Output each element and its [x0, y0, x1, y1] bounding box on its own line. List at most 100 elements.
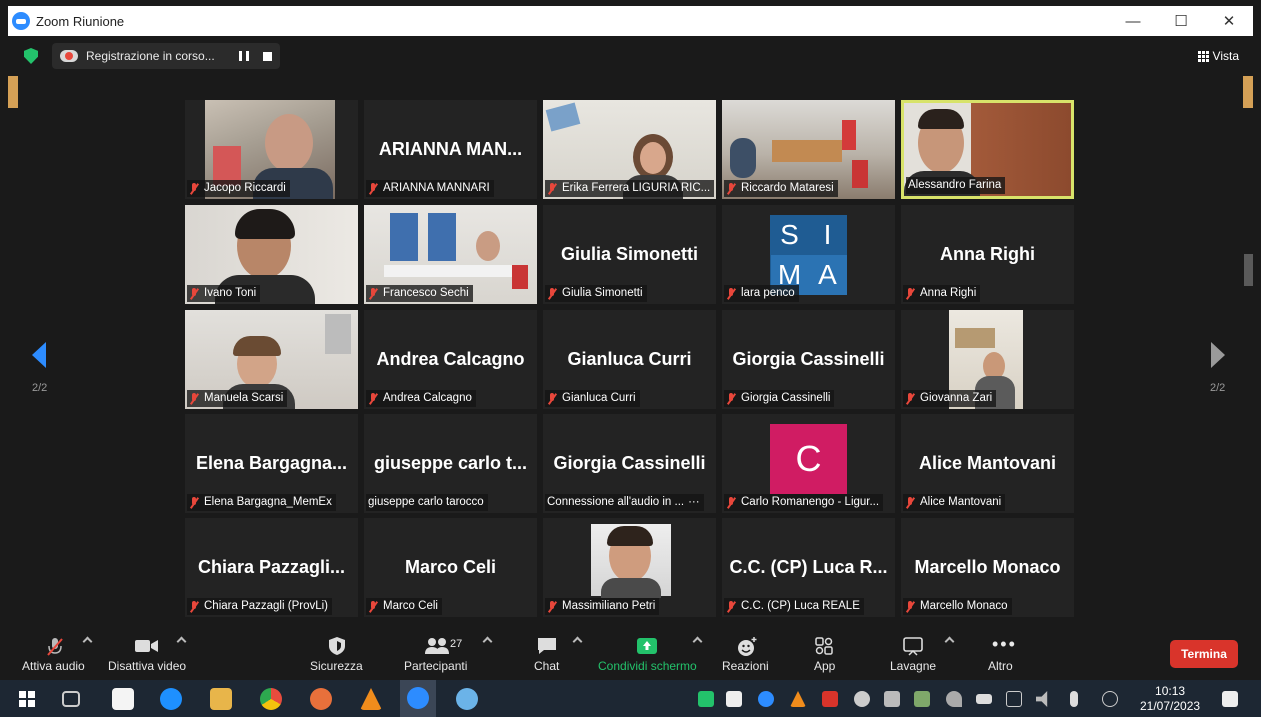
end-meeting-button[interactable]: Termina — [1170, 640, 1238, 668]
chrome-icon[interactable] — [260, 688, 282, 710]
clock-time: 10:13 — [1155, 684, 1186, 698]
pause-recording-button[interactable] — [238, 51, 249, 61]
audio-options-chevron-icon[interactable] — [82, 636, 93, 647]
tray-volume-icon[interactable] — [1036, 691, 1048, 707]
participant-tile[interactable]: C.C. (CP) Luca R... C.C. (CP) Luca REALE — [722, 518, 895, 617]
participant-tile[interactable]: Manuela Scarsi — [185, 310, 358, 409]
participant-tile[interactable]: Anna Righi Anna Righi — [901, 205, 1074, 304]
close-button[interactable]: ✕ — [1205, 6, 1253, 36]
participant-tile[interactable]: Francesco Sechi — [364, 205, 537, 304]
os-taskbar: 10:13 21/07/2023 — [0, 680, 1261, 717]
video-options-chevron-icon[interactable] — [176, 636, 187, 647]
notifications-icon[interactable] — [1222, 691, 1238, 707]
previous-page-arrow-icon[interactable] — [32, 342, 46, 368]
participant-name-label: Connessione all'audio in ... ··· — [545, 494, 704, 511]
tray-pen-icon[interactable] — [1102, 691, 1118, 707]
participant-tile[interactable]: Erika Ferrera LIGURIA RIC... — [543, 100, 716, 199]
participant-name-label: lara penco — [724, 285, 799, 302]
participant-tile[interactable]: Marco Celi Marco Celi — [364, 518, 537, 617]
chat-options-chevron-icon[interactable] — [572, 636, 583, 647]
participant-tile[interactable]: Jacopo Riccardi — [185, 100, 358, 199]
muted-mic-icon — [905, 287, 915, 300]
reactions-button[interactable]: Reazioni — [720, 632, 770, 678]
maximize-button[interactable]: ☐ — [1157, 6, 1205, 36]
zoom-taskbar-button[interactable] — [400, 680, 436, 717]
file-explorer-icon[interactable] — [210, 688, 232, 710]
participant-tile[interactable]: Ivano Toni — [185, 205, 358, 304]
participant-tile[interactable]: Giorgia Cassinelli Connessione all'audio… — [543, 414, 716, 513]
participants-count: 27 — [450, 638, 463, 650]
muted-mic-icon — [547, 287, 557, 300]
muted-mic-icon — [368, 182, 378, 195]
store-icon[interactable] — [112, 688, 134, 710]
apps-button[interactable]: App — [808, 632, 848, 678]
participant-tile-active-speaker[interactable]: Alessandro Farina — [901, 100, 1074, 199]
video-button[interactable]: Disattiva video — [106, 632, 188, 678]
whiteboards-button[interactable]: Lavagne — [888, 632, 958, 678]
participant-name-label: Francesco Sechi — [366, 285, 473, 302]
participant-name-label: C.C. (CP) Luca REALE — [724, 598, 864, 615]
share-screen-button[interactable]: Condividi schermo — [598, 632, 708, 678]
tray-calendar-icon[interactable] — [822, 691, 838, 707]
participant-tile[interactable]: Andrea Calcagno Andrea Calcagno — [364, 310, 537, 409]
participant-tile[interactable]: Giovanna Zari — [901, 310, 1074, 409]
participant-tile[interactable]: Chiara Pazzagli... Chiara Pazzagli (Prov… — [185, 518, 358, 617]
taskbar-clock[interactable]: 10:13 21/07/2023 — [1140, 684, 1200, 714]
share-options-chevron-icon[interactable] — [692, 636, 703, 647]
windows-start-icon[interactable] — [16, 688, 38, 710]
muted-mic-icon — [189, 182, 199, 195]
participant-tile[interactable]: C Carlo Romanengo - Ligur... — [722, 414, 895, 513]
recording-label: Registrazione in corso... — [86, 49, 215, 63]
participant-video — [591, 524, 671, 598]
more-button[interactable]: ••• Altro — [986, 632, 1026, 678]
whiteboards-options-chevron-icon[interactable] — [944, 636, 955, 647]
paint-icon[interactable] — [456, 688, 478, 710]
participant-tile[interactable]: S I M A lara penco — [722, 205, 895, 304]
chat-button[interactable]: Chat — [532, 632, 583, 678]
task-view-icon[interactable] — [62, 691, 80, 707]
tray-app-icon[interactable] — [726, 691, 742, 707]
participants-button[interactable]: 27 Partecipanti — [404, 632, 493, 678]
tray-vlc-icon[interactable] — [790, 691, 806, 707]
participant-name-label: Chiara Pazzagli (ProvLi) — [187, 598, 332, 615]
meeting-topbar: Registrazione in corso... Vista — [8, 36, 1253, 76]
view-button[interactable]: Vista — [1197, 49, 1239, 63]
muted-mic-icon — [547, 182, 557, 195]
browser-safari-icon[interactable] — [160, 688, 182, 710]
app-r-icon[interactable] — [310, 688, 332, 710]
participant-tile[interactable]: Giulia Simonetti Giulia Simonetti — [543, 205, 716, 304]
participant-tile[interactable]: giuseppe carlo t... giuseppe carlo taroc… — [364, 414, 537, 513]
participant-tile[interactable]: Massimiliano Petri — [543, 518, 716, 617]
cloud-record-icon — [60, 50, 78, 62]
tray-battery-icon[interactable] — [976, 694, 992, 704]
tray-onedrive-icon[interactable] — [914, 691, 930, 707]
participant-tile[interactable]: Alice Mantovani Alice Mantovani — [901, 414, 1074, 513]
muted-mic-icon — [726, 392, 736, 405]
participant-tile[interactable]: Giorgia Cassinelli Giorgia Cassinelli — [722, 310, 895, 409]
tray-display-icon[interactable] — [1006, 691, 1022, 707]
participant-tile[interactable]: ARIANNA MAN... ARIANNA MANNARI — [364, 100, 537, 199]
participant-tile[interactable]: Marcello Monaco Marcello Monaco — [901, 518, 1074, 617]
tray-wifi-icon[interactable] — [946, 691, 962, 707]
participant-name-label: Ivano Toni — [187, 285, 261, 302]
stop-recording-button[interactable] — [262, 51, 272, 61]
tray-bluetooth-icon[interactable] — [884, 691, 900, 707]
tray-microphone-icon[interactable] — [1070, 691, 1078, 707]
security-button[interactable]: Sicurezza — [308, 632, 368, 678]
participant-tile[interactable]: Riccardo Mataresi — [722, 100, 895, 199]
meeting-area: Registrazione in corso... Vista 2/2 2/2 … — [8, 36, 1253, 632]
participants-options-chevron-icon[interactable] — [482, 636, 493, 647]
minimize-button[interactable]: — — [1109, 6, 1157, 36]
scrollbar-thumb[interactable] — [1244, 254, 1253, 286]
tray-zoom-icon[interactable] — [758, 691, 774, 707]
vlc-icon[interactable] — [360, 688, 382, 710]
audio-button[interactable]: Attiva audio — [22, 632, 93, 678]
tray-shield-icon[interactable] — [698, 691, 714, 707]
muted-mic-icon — [726, 496, 736, 509]
encryption-shield-icon[interactable] — [24, 48, 38, 64]
participant-tile[interactable]: Elena Bargagna... Elena Bargagna_MemEx — [185, 414, 358, 513]
tray-sync-icon[interactable] — [854, 691, 870, 707]
participant-gallery: Jacopo Riccardi ARIANNA MAN... ARIANNA M… — [185, 100, 1077, 617]
participant-tile[interactable]: Gianluca Curri Gianluca Curri — [543, 310, 716, 409]
next-page-arrow-icon[interactable] — [1211, 342, 1225, 368]
